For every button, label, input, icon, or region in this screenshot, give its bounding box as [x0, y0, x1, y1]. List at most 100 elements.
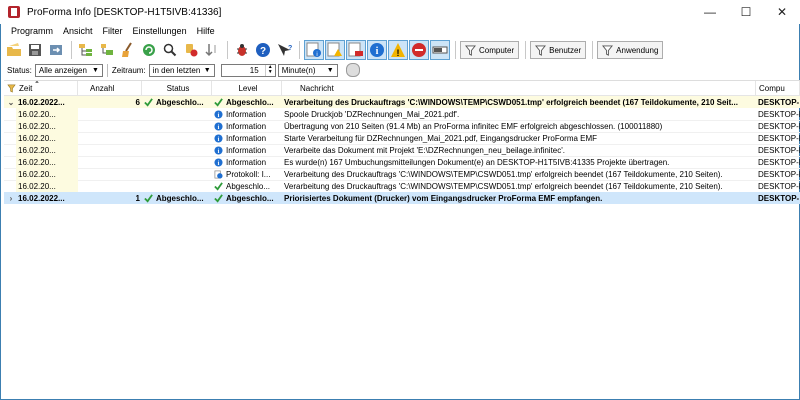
zeitraum-select-value: in den letzten — [152, 65, 201, 75]
cell-level-text: Abgeschlo... — [226, 97, 274, 107]
filter-separator — [106, 63, 108, 77]
minimize-button[interactable]: — — [692, 0, 728, 24]
cell-computer: DESKTOP- — [756, 192, 800, 204]
menu-hilfe[interactable]: Hilfe — [192, 26, 220, 36]
cell-level: i Information — [212, 108, 282, 120]
cell-message: Priorisiertes Dokument (Drucker) vom Ein… — [282, 192, 756, 204]
filter-warning-toggle[interactable] — [325, 40, 345, 60]
cell-status: Abgeschlo... — [142, 192, 212, 204]
filter-info-toggle[interactable]: i — [304, 40, 324, 60]
filter-computer-label: Computer — [479, 45, 515, 55]
column-header-computer[interactable]: Compu — [756, 81, 800, 95]
help-button[interactable]: ? — [253, 40, 273, 60]
title-bar: ProForma Info [DESKTOP-H1T5IVB:41336] — … — [0, 0, 800, 24]
menu-filter[interactable]: Filter — [98, 26, 128, 36]
stop-toggle[interactable] — [409, 40, 429, 60]
cell-computer: DESKTOP-H — [756, 120, 800, 132]
stop-icon — [412, 43, 426, 57]
sort-ascending-icon: ▲ — [34, 80, 40, 85]
clear-button[interactable] — [181, 40, 201, 60]
cell-level-text: Information — [226, 157, 267, 167]
svg-text:!: ! — [397, 48, 400, 58]
toolbar: ? ? i i ! Computer Benutzer Anwendung — [0, 38, 800, 62]
open-button[interactable] — [4, 40, 24, 60]
filter-benutzer-button[interactable]: Benutzer — [530, 41, 587, 59]
unit-select[interactable]: Minute(n) ▼ — [277, 63, 338, 77]
group-button[interactable] — [97, 40, 117, 60]
info-icon: i — [214, 145, 223, 155]
column-header-time[interactable]: Zeit ▲ — [4, 81, 78, 95]
status-select[interactable]: Alle anzeigen ▼ — [34, 63, 103, 77]
menu-programm[interactable]: Programm — [6, 26, 58, 36]
cell-computer-text: DESKTOP-H — [758, 109, 800, 119]
cell-computer: DESKTOP-H — [756, 156, 800, 168]
progress-toggle[interactable] — [430, 40, 450, 60]
maximize-button[interactable]: ☐ — [728, 0, 764, 24]
group-row[interactable]: ⌄ 16.02.2022... 6 Abgeschlo... Abgeschlo... V… — [4, 96, 800, 108]
column-header-message[interactable]: Nachricht — [282, 81, 756, 95]
column-header-status[interactable]: Status — [142, 81, 212, 95]
clean-button[interactable] — [118, 40, 138, 60]
save-button[interactable] — [25, 40, 45, 60]
column-header-count[interactable]: Anzahl — [78, 81, 142, 95]
cell-message: Starte Verarbeitung für DZRechnungen_Mai… — [282, 132, 756, 144]
filter-anwendung-button[interactable]: Anwendung — [597, 41, 664, 59]
cell-time: 16.02.20... — [16, 156, 78, 168]
cell-computer: DESKTOP-H — [756, 168, 800, 180]
info-toggle[interactable]: i — [367, 40, 387, 60]
amount-stepper[interactable]: 15 ▲ ▼ — [220, 63, 276, 77]
info-icon: i — [214, 133, 223, 143]
cell-count-text: 6 — [135, 97, 140, 107]
cell-message-text: Spoole Druckjob 'DZRechnungen_Mai_2021.p… — [284, 109, 460, 119]
log-grid[interactable]: Zeit ▲ Anzahl Status Level Nachricht Com… — [4, 80, 800, 397]
warning-toggle[interactable]: ! — [388, 40, 408, 60]
pointer-help-icon: ? — [278, 44, 292, 56]
cell-computer-text: DESKTOP-H — [758, 181, 800, 191]
clear-icon — [186, 44, 198, 57]
cell-level-text: Information — [226, 145, 267, 155]
protocol-icon — [214, 170, 223, 179]
cell-message-text: Verarbeitung des Druckauftrags 'C:\WINDO… — [284, 97, 738, 107]
menu-einstellungen[interactable]: Einstellungen — [128, 26, 192, 36]
check-icon — [144, 97, 153, 107]
funnel-icon — [7, 84, 16, 93]
cell-time-text: 16.02.20... — [18, 157, 56, 167]
filter-computer-button[interactable]: Computer — [460, 41, 520, 59]
info-icon: i — [214, 157, 223, 167]
svg-text:?: ? — [288, 45, 292, 52]
debug-button[interactable] — [232, 40, 252, 60]
cell-time: 16.02.20... — [16, 180, 78, 192]
cell-count-text: 1 — [135, 193, 140, 203]
menu-ansicht[interactable]: Ansicht — [58, 26, 98, 36]
context-help-button[interactable]: ? — [274, 40, 294, 60]
filter-error-toggle[interactable] — [346, 40, 366, 60]
cell-message: Verarbeitung des Druckauftrags 'C:\WINDO… — [282, 96, 756, 108]
cell-time: 16.02.2022... — [16, 192, 78, 204]
cell-computer-text: DESKTOP-H — [758, 133, 800, 143]
app-logo-icon — [8, 6, 20, 18]
cell-level-text: Abgeschlo... — [226, 181, 271, 191]
tree-button[interactable] — [76, 40, 96, 60]
export-button[interactable] — [46, 40, 66, 60]
filter-benutzer-label: Benutzer — [549, 45, 582, 55]
cell-message: Übertragung von 210 Seiten (91.4 Mb) an … — [282, 120, 756, 132]
expand-toggle-icon[interactable]: › — [4, 192, 16, 204]
live-toggle-icon[interactable] — [345, 63, 360, 77]
close-button[interactable]: ✕ — [764, 0, 800, 24]
cell-level: Abgeschlo... — [212, 96, 282, 108]
expand-toggle-icon[interactable]: ⌄ — [4, 96, 16, 108]
column-header-level[interactable]: Level — [212, 81, 282, 95]
cell-status-text: Abgeschlo... — [156, 193, 204, 203]
stepper-arrows-icon[interactable]: ▲ ▼ — [264, 64, 275, 76]
zeitraum-select[interactable]: in den letzten ▼ — [148, 63, 215, 77]
cell-computer: DESKTOP-H — [756, 180, 800, 192]
refresh-button[interactable] — [139, 40, 159, 60]
warning-list-icon — [327, 42, 342, 57]
search-button[interactable] — [160, 40, 180, 60]
cell-level-text: Information — [226, 133, 267, 143]
sort-button[interactable] — [202, 40, 222, 60]
cell-time: 16.02.2022... — [16, 96, 78, 108]
cell-computer-text: DESKTOP-H — [758, 157, 800, 167]
group-row[interactable]: › 16.02.2022... 1 Abgeschlo... Abgeschlo... P… — [4, 192, 800, 204]
cell-time-text: 16.02.20... — [18, 169, 56, 179]
